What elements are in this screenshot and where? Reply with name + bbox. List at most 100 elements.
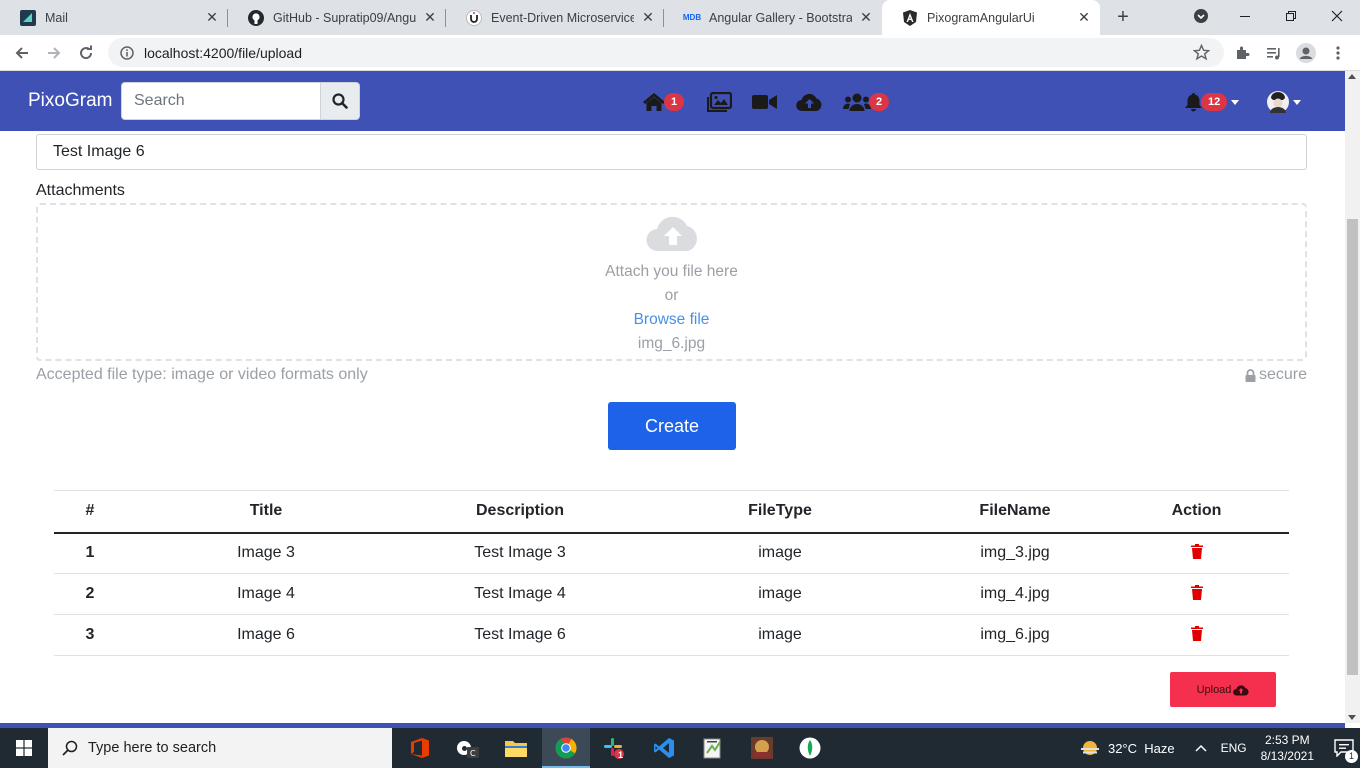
show-hidden-icons-chevron-icon[interactable] [1195, 744, 1207, 752]
slack-badge: 1 [618, 750, 624, 760]
back-icon[interactable] [10, 41, 34, 65]
search-button[interactable] [320, 82, 360, 120]
browse-file-link[interactable]: Browse file [38, 311, 1305, 329]
trash-icon[interactable] [1190, 584, 1204, 600]
browser-menu-icon[interactable] [1326, 41, 1350, 65]
tab-github[interactable]: GitHub - Supratip09/Angular ✕ [228, 0, 446, 35]
avatar [1267, 91, 1289, 113]
mongodb-compass-icon[interactable] [786, 728, 834, 768]
accepted-file-note: Accepted file type: image or video forma… [36, 366, 368, 383]
notifications-dropdown[interactable]: 12 [1184, 90, 1240, 114]
row-filetype: image [634, 614, 926, 656]
clock-time: 2:53 PM [1264, 733, 1310, 747]
upload-button[interactable]: Upload [1170, 672, 1276, 707]
extensions-icon[interactable] [1230, 41, 1254, 65]
notepad-plus-icon[interactable] [688, 728, 736, 768]
search-icon [332, 93, 348, 109]
bookmark-star-icon[interactable] [1193, 44, 1210, 61]
dropzone-text: Attach you file here [605, 263, 738, 280]
close-tab-icon[interactable]: ✕ [858, 9, 874, 26]
tab-angular-gallery[interactable]: MDB Angular Gallery - Bootstrap 4 ✕ [664, 0, 882, 35]
tab-search-icon[interactable] [1178, 0, 1224, 32]
close-tab-icon[interactable]: ✕ [640, 9, 656, 26]
scrollbar-thumb[interactable] [1347, 219, 1358, 675]
dropzone-or: or [664, 287, 679, 304]
office-app-icon[interactable] [396, 728, 444, 768]
tab-udemy[interactable]: Event-Driven Microservices, C ✕ [446, 0, 664, 35]
trash-icon[interactable] [1190, 543, 1204, 559]
nav-videos[interactable] [752, 90, 777, 114]
attachments-label: Attachments [36, 182, 125, 199]
clock[interactable]: 2:53 PM 8/13/2021 [1261, 732, 1314, 764]
nav-upload[interactable] [796, 90, 823, 114]
forward-icon[interactable] [42, 41, 66, 65]
clock-date: 8/13/2021 [1260, 749, 1314, 763]
upload-label: Upload [1196, 683, 1232, 696]
profile-icon[interactable] [1294, 41, 1318, 65]
scroll-up-arrow-icon[interactable] [1348, 74, 1356, 79]
slack-app-icon[interactable]: 1 [590, 728, 638, 768]
close-tab-icon[interactable]: ✕ [1076, 9, 1092, 26]
row-number: 2 [54, 573, 126, 615]
cloud-upload-icon [1233, 684, 1249, 696]
row-action [1104, 573, 1289, 615]
minimize-icon[interactable] [1222, 0, 1268, 32]
file-explorer-icon[interactable] [492, 728, 540, 768]
row-number: 1 [54, 532, 126, 574]
uploads-table: # Title Description FileType FileName Ac… [54, 490, 1289, 656]
friends-badge: 2 [869, 93, 890, 111]
nav-gallery[interactable] [707, 90, 732, 114]
table-row: 2 Image 4 Test Image 4 image img_4.jpg [54, 573, 1289, 615]
search-input[interactable] [121, 82, 321, 120]
scroll-down-arrow-icon[interactable] [1348, 715, 1356, 720]
tab-mail[interactable]: Mail ✕ [0, 0, 228, 35]
brand-logo[interactable]: PixoGram [28, 90, 112, 112]
page-scrollbar[interactable] [1345, 71, 1360, 723]
app-navbar: PixoGram 1 2 12 [0, 71, 1345, 131]
row-filename: img_4.jpg [926, 573, 1104, 615]
svg-text:C: C [470, 749, 476, 758]
close-tab-icon[interactable]: ✕ [422, 9, 438, 26]
secure-label: secure [1258, 366, 1307, 383]
notification-center-icon[interactable]: 1 [1328, 739, 1360, 763]
game-app-icon[interactable] [738, 728, 786, 768]
system-tray: 32°C Haze ENG 2:53 PM 8/13/2021 1 [1080, 728, 1360, 768]
vscode-app-icon[interactable] [640, 728, 688, 768]
close-tab-icon[interactable]: ✕ [204, 9, 220, 26]
chrome-app-icon[interactable] [542, 728, 590, 768]
close-window-icon[interactable] [1314, 0, 1360, 32]
address-bar[interactable]: localhost:4200/file/upload [108, 38, 1224, 67]
url-text: localhost:4200/file/upload [144, 44, 303, 61]
users-icon [843, 92, 871, 112]
description-field[interactable] [36, 134, 1307, 170]
selected-filename: img_6.jpg [637, 335, 706, 352]
tab-strip: Mail ✕ GitHub - Supratip09/Angular ✕ Eve… [0, 0, 1360, 35]
row-action [1104, 614, 1289, 656]
home-badge: 1 [664, 93, 685, 111]
reload-icon[interactable] [74, 41, 98, 65]
nav-home[interactable]: 1 [642, 90, 685, 114]
weather-text[interactable]: 32°C Haze [1108, 741, 1175, 756]
tab-pixogram[interactable]: PixogramAngularUi ✕ [882, 0, 1100, 35]
weather-icon[interactable] [1080, 739, 1100, 757]
table-row: 3 Image 6 Test Image 6 image img_6.jpg [54, 614, 1289, 656]
trash-icon[interactable] [1190, 625, 1204, 641]
language-indicator[interactable]: ENG [1221, 741, 1247, 755]
cloud-upload-icon [796, 92, 823, 112]
site-info-icon[interactable] [120, 45, 134, 60]
nav-friends[interactable]: 2 [843, 90, 890, 114]
row-filetype: image [634, 532, 926, 574]
row-filename: img_6.jpg [926, 614, 1104, 656]
taskbar-search-placeholder: Type here to search [88, 740, 217, 756]
taskbar-search[interactable]: Type here to search [48, 728, 392, 768]
angular-icon [902, 9, 918, 26]
visual-studio-community-icon[interactable]: C [444, 728, 492, 768]
media-control-icon[interactable] [1262, 41, 1286, 65]
user-menu-dropdown[interactable] [1267, 90, 1301, 114]
file-dropzone[interactable]: Attach you file here or Browse file img_… [36, 203, 1307, 361]
restore-icon[interactable] [1268, 0, 1314, 32]
new-tab-button[interactable]: + [1112, 7, 1134, 29]
start-button[interactable] [0, 728, 48, 768]
windows-logo-icon [16, 740, 32, 756]
create-button[interactable]: Create [608, 402, 736, 450]
